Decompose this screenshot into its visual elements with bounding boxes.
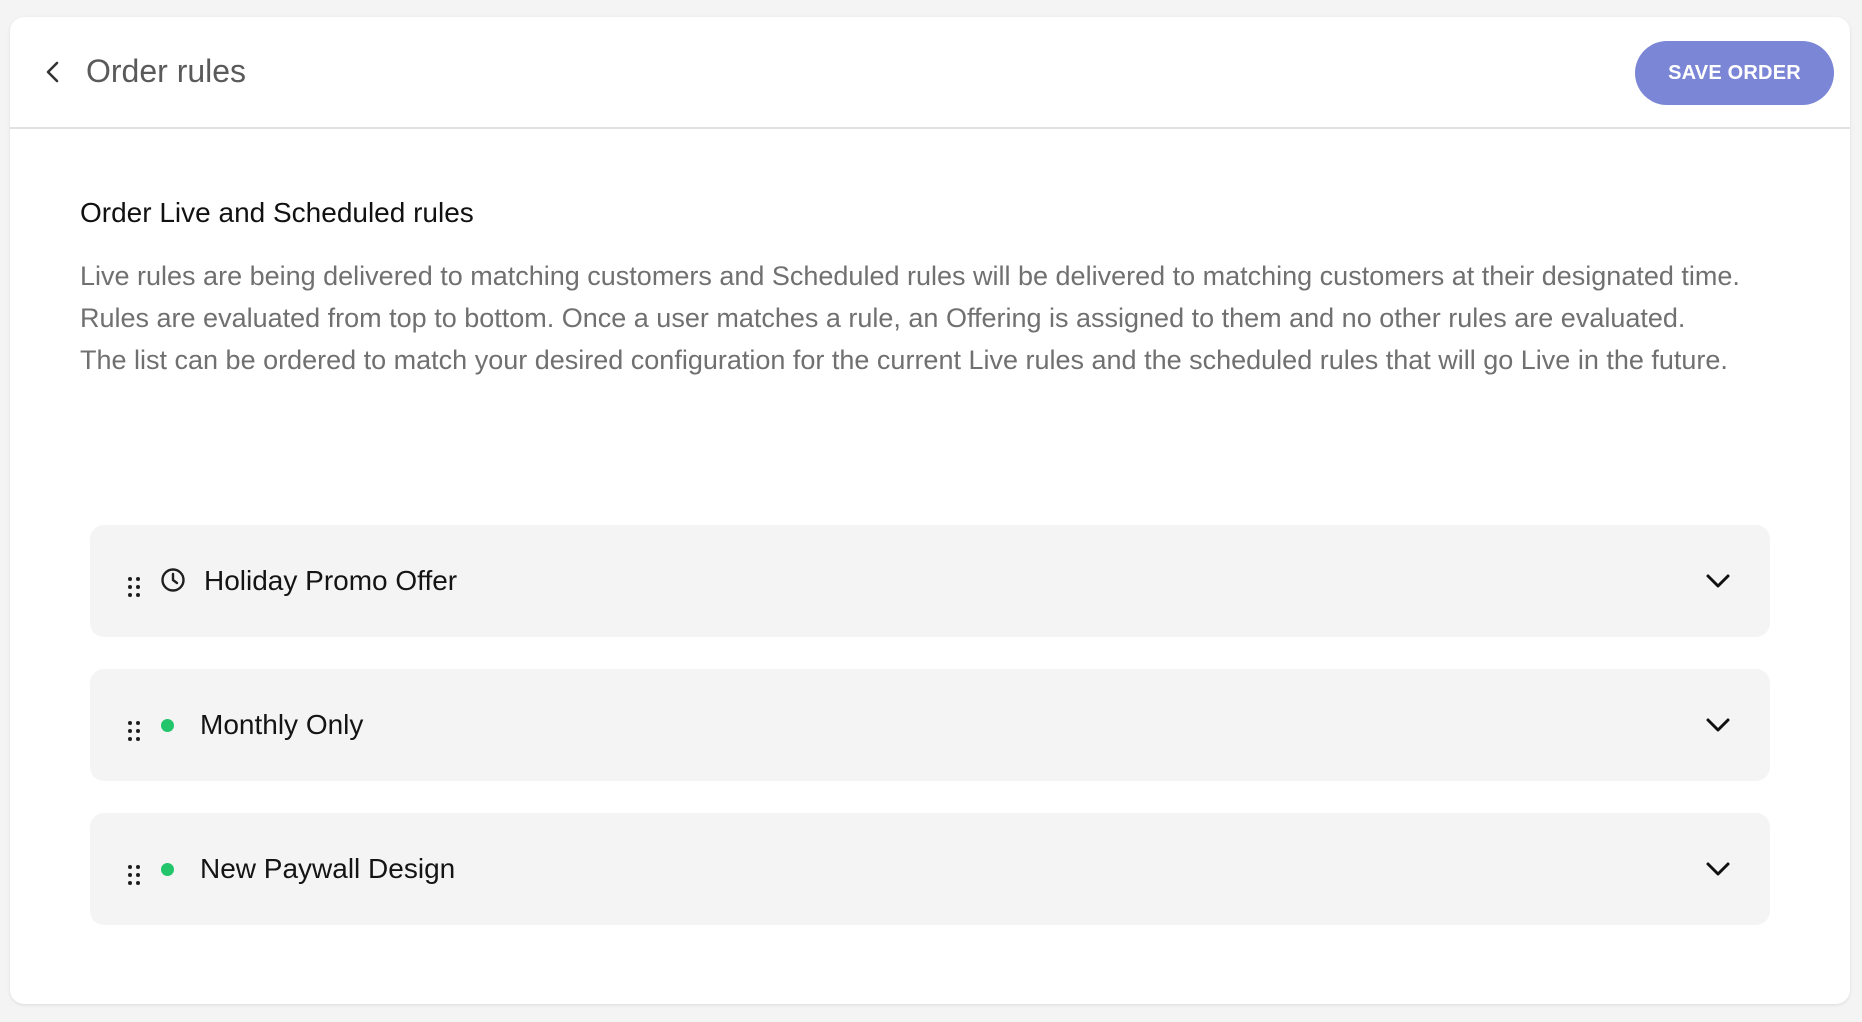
rules-intro: Order Live and Scheduled rules Live rule…	[80, 195, 1760, 381]
chevron-left-icon	[46, 61, 59, 83]
rule-name: Monthly Only	[200, 709, 364, 740]
live-status-dot	[161, 863, 174, 876]
section-title: Order Live and Scheduled rules	[80, 197, 474, 228]
rule-row-monthly-only[interactable]: Monthly Only	[90, 669, 1770, 781]
chevron-down-icon[interactable]	[1704, 569, 1732, 593]
page-header: Order rules SAVE ORDER	[10, 17, 1850, 129]
chevron-down-icon[interactable]	[1704, 713, 1732, 737]
rule-row-holiday-promo-offer[interactable]: Holiday Promo Offer	[90, 525, 1770, 637]
drag-handle-icon[interactable]	[128, 577, 142, 597]
order-rules-panel: Order rules SAVE ORDER Order Live and Sc…	[10, 17, 1850, 1004]
rule-name: Holiday Promo Offer	[204, 565, 458, 596]
chevron-down-icon[interactable]	[1704, 857, 1732, 881]
live-status-dot	[161, 719, 174, 732]
rule-name: New Paywall Design	[200, 853, 456, 884]
clock-icon	[160, 567, 186, 598]
page-title: Order rules	[86, 53, 247, 89]
drag-handle-icon[interactable]	[128, 721, 142, 741]
section-description-2: The list can be ordered to match your de…	[80, 345, 1728, 375]
save-order-button[interactable]: SAVE ORDER	[1635, 41, 1834, 105]
drag-handle-icon[interactable]	[128, 865, 142, 885]
section-description: Live rules are being delivered to matchi…	[80, 261, 1740, 333]
back-button[interactable]	[36, 55, 70, 89]
rule-row-new-paywall-design[interactable]: New Paywall Design	[90, 813, 1770, 925]
rules-list: Holiday Promo Offer Monthly Only New Pay…	[90, 525, 1770, 957]
